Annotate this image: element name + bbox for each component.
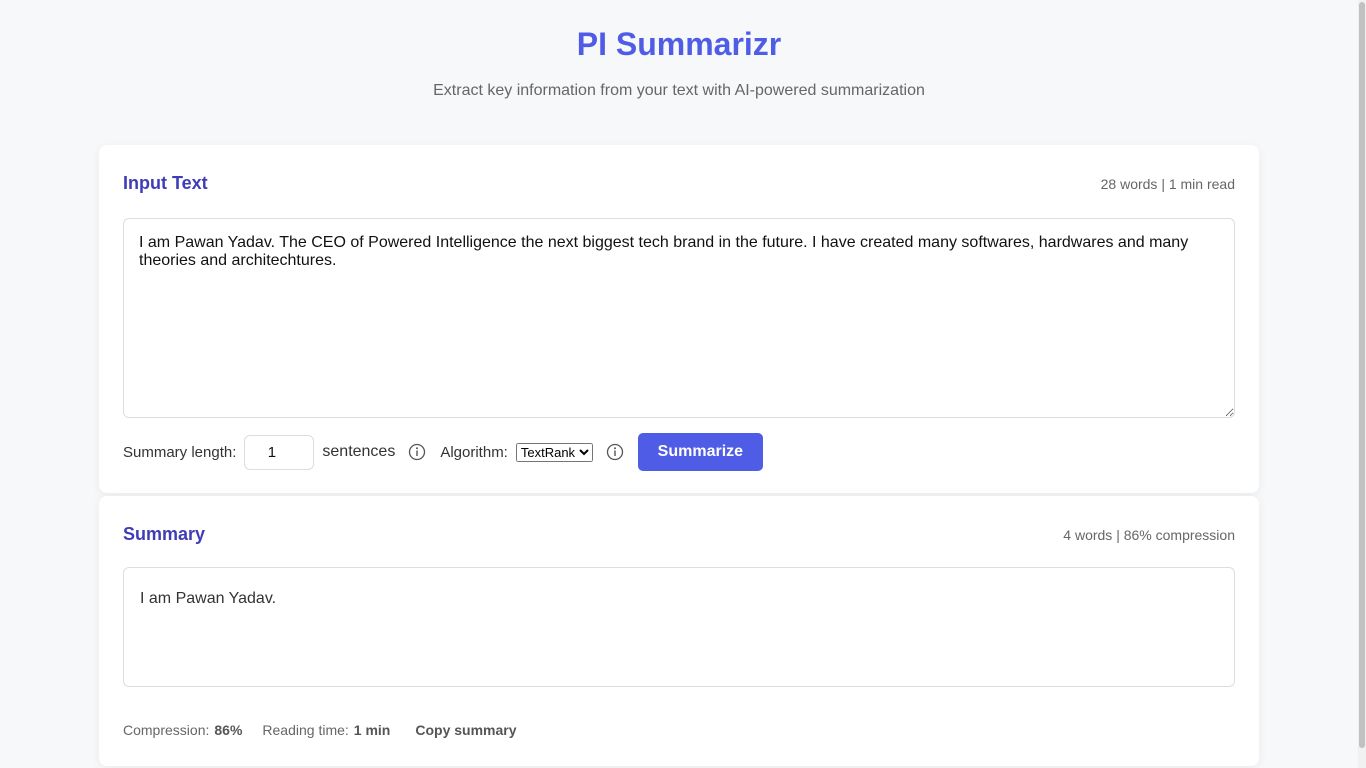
summary-length-label: Summary length: <box>123 443 237 461</box>
scrollbar-thumb[interactable] <box>1359 2 1365 748</box>
algorithm-select[interactable]: TextRank <box>515 442 593 462</box>
reading-time-value: 1 min <box>353 722 391 738</box>
app-subtitle: Extract key information from your text w… <box>433 82 925 99</box>
app-title: PI Summarizr <box>576 26 782 62</box>
summary-controls: Summary length: sentences Algorithm: Tex… <box>123 433 763 471</box>
reading-time-stat: Reading time: 1 min <box>262 722 390 738</box>
sentences-label: sentences <box>322 443 396 460</box>
page: PI Summarizr Extract key information fro… <box>0 0 1366 768</box>
info-icon[interactable] <box>408 443 426 461</box>
summary-stats: Compression: 86% Reading time: 1 min Cop… <box>123 722 517 738</box>
algorithm-label: Algorithm: <box>440 443 508 461</box>
summary-output: I am Pawan Yadav. <box>123 567 1235 687</box>
compression-value: 86% <box>214 722 243 738</box>
summary-word-count: 4 words | 86% compression <box>1063 526 1235 543</box>
copy-summary-button[interactable]: Copy summary <box>415 722 516 738</box>
input-word-count: 28 words | 1 min read <box>1100 175 1235 192</box>
input-card-header: Input Text 28 words | 1 min read <box>123 173 1235 194</box>
summary-card-title: Summary <box>123 524 206 544</box>
summary-card-header: Summary 4 words | 86% compression <box>123 524 1235 545</box>
info-icon[interactable] <box>606 443 624 461</box>
summary-length-input[interactable] <box>244 434 315 470</box>
input-card-title: Input Text <box>123 173 208 193</box>
compression-stat: Compression: 86% <box>123 722 242 738</box>
input-card: Input Text 28 words | 1 min read I am Pa… <box>99 145 1259 493</box>
page-scrollbar[interactable] <box>1358 0 1366 768</box>
summary-card: Summary 4 words | 86% compression I am P… <box>99 496 1259 766</box>
summarize-button[interactable]: Summarize <box>637 433 763 471</box>
reading-time-label: Reading time: <box>262 722 349 738</box>
compression-label: Compression: <box>123 722 210 738</box>
input-textarea[interactable]: I am Pawan Yadav. The CEO of Powered Int… <box>123 218 1235 418</box>
